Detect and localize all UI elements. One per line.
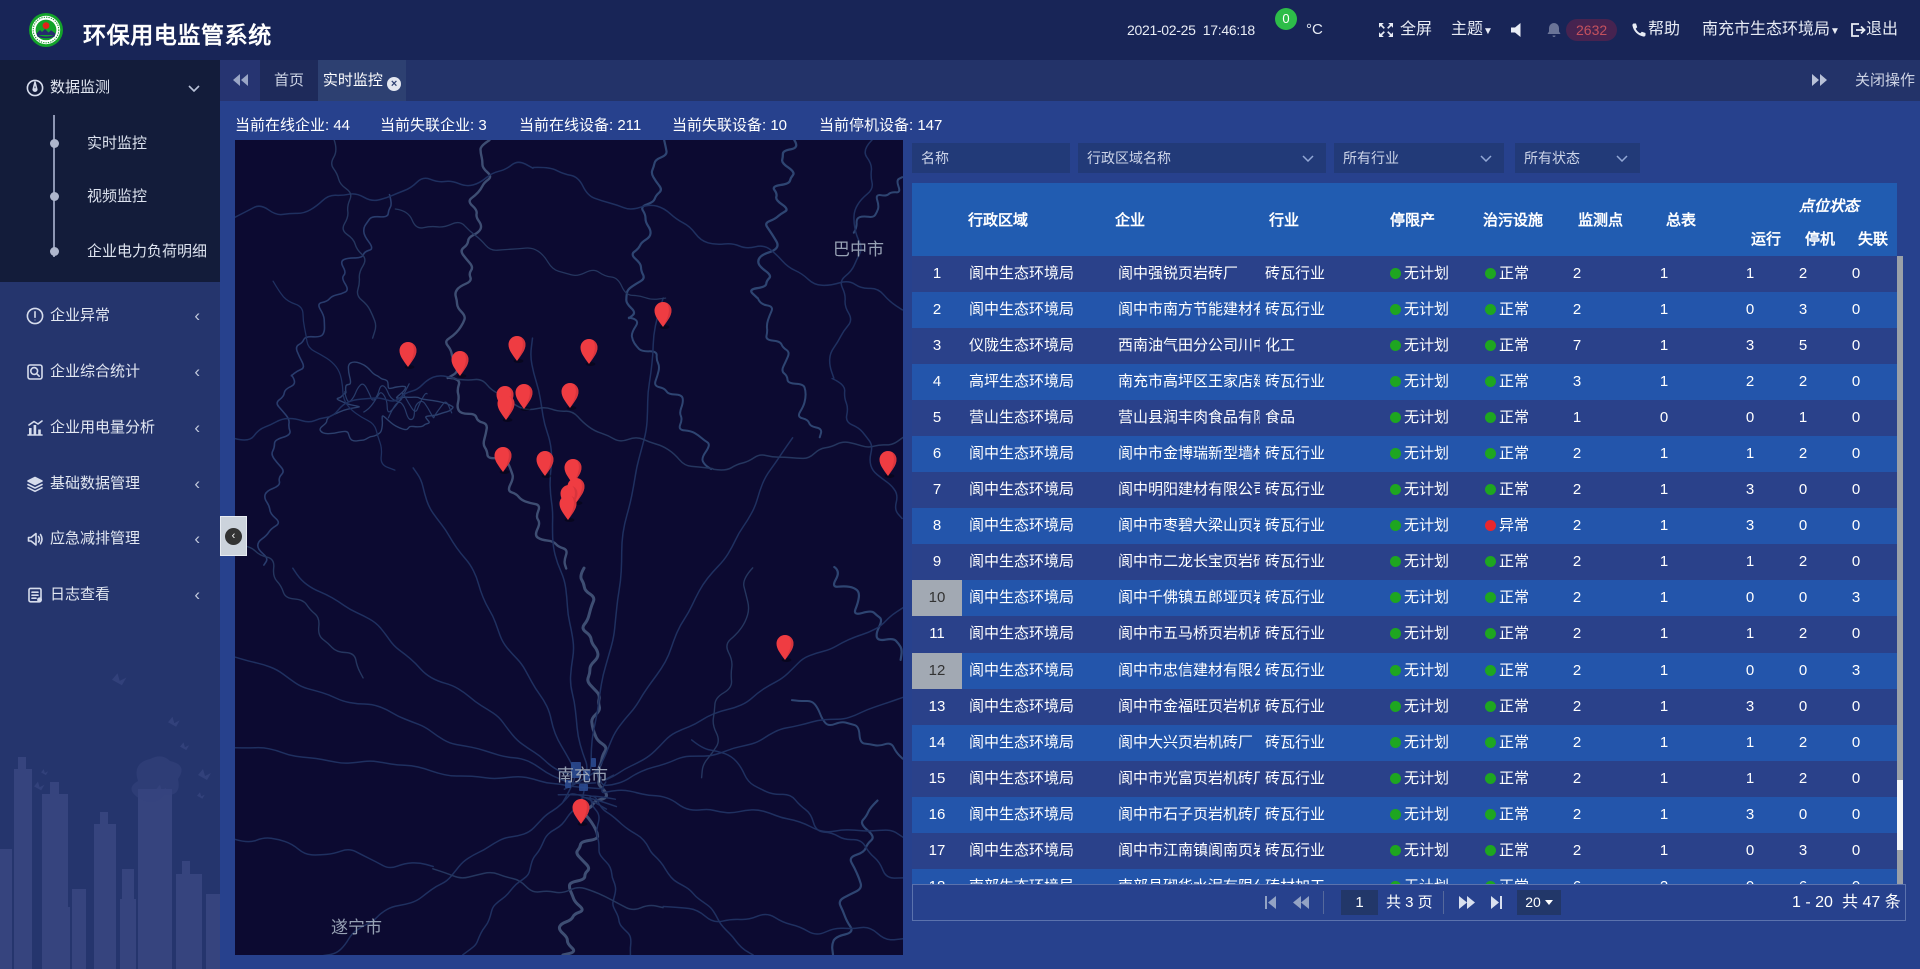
svg-text:遂宁市: 遂宁市 (331, 918, 382, 937)
svg-text:南充市: 南充市 (557, 766, 608, 785)
svg-text:巴中市: 巴中市 (833, 240, 884, 259)
